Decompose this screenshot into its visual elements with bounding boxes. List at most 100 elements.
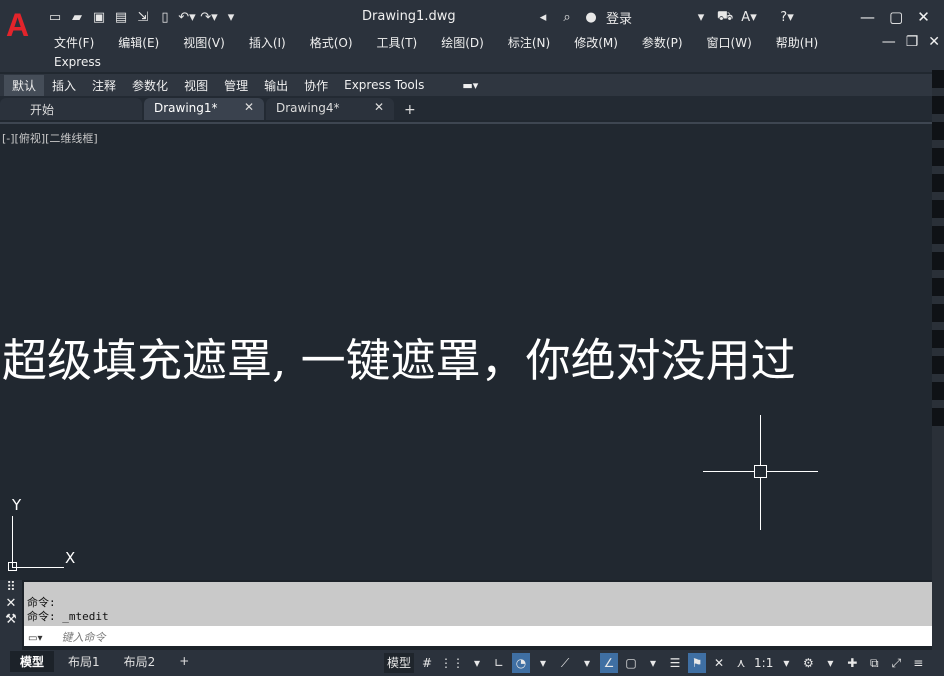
- help-icon[interactable]: ?▾: [778, 10, 796, 25]
- close-tab-icon[interactable]: ✕: [374, 100, 384, 114]
- palette-item[interactable]: [932, 148, 944, 166]
- login-dropdown-icon[interactable]: ▾: [692, 10, 710, 25]
- palette-item[interactable]: [932, 304, 944, 322]
- file-tab-start[interactable]: 开始: [0, 98, 142, 120]
- file-tab-drawing1[interactable]: Drawing1* ✕: [144, 98, 264, 120]
- file-tab-drawing4[interactable]: Drawing4* ✕: [266, 98, 394, 120]
- palette-item[interactable]: [932, 70, 944, 88]
- redo-icon[interactable]: ↷▾: [200, 9, 218, 27]
- plot-icon[interactable]: ▯: [156, 9, 174, 27]
- save-as-icon[interactable]: ▤: [112, 9, 130, 27]
- auto-scale-icon[interactable]: ✕: [710, 653, 728, 673]
- palette-item[interactable]: [932, 278, 944, 296]
- palette-item[interactable]: [932, 226, 944, 244]
- close-tab-icon[interactable]: ✕: [244, 100, 254, 114]
- save-icon[interactable]: ▣: [90, 9, 108, 27]
- menu-help[interactable]: 帮助(H): [776, 34, 818, 51]
- grid-icon[interactable]: #: [418, 653, 436, 673]
- menu-edit[interactable]: 编辑(E): [118, 34, 159, 51]
- a360-icon[interactable]: A▾: [740, 10, 758, 25]
- layout-tab-layout2[interactable]: 布局2: [114, 651, 166, 672]
- object-snap-icon[interactable]: ▢: [622, 653, 640, 673]
- lineweight-icon[interactable]: ☰: [666, 653, 684, 673]
- new-tab-button[interactable]: +: [396, 100, 424, 120]
- grip-icon[interactable]: ⠿: [0, 580, 22, 596]
- menu-insert[interactable]: 插入(I): [249, 34, 286, 51]
- menu-window[interactable]: 窗口(W): [707, 34, 752, 51]
- layout-tab-model[interactable]: 模型: [10, 650, 55, 672]
- menu-tools[interactable]: 工具(T): [377, 34, 418, 51]
- customize-dropdown-icon[interactable]: ▾: [222, 9, 240, 27]
- isolate-objects-icon[interactable]: ⧉: [865, 653, 883, 673]
- ribbon-tab-parametric[interactable]: 参数化: [124, 75, 176, 96]
- model-space-toggle[interactable]: 模型: [384, 653, 415, 673]
- ribbon-minimize-icon[interactable]: ▬▾: [454, 77, 486, 94]
- cart-icon[interactable]: ⛟: [716, 9, 734, 26]
- palette-item[interactable]: [932, 330, 944, 348]
- close-icon[interactable]: ✕: [917, 8, 930, 26]
- menu-modify[interactable]: 修改(M): [574, 34, 618, 51]
- workspace-dropdown-icon[interactable]: ▾: [821, 653, 839, 673]
- customize-menu-icon[interactable]: ≡: [909, 653, 927, 673]
- object-snap-dropdown-icon[interactable]: ▾: [644, 653, 662, 673]
- ribbon-tab-manage[interactable]: 管理: [216, 75, 256, 96]
- application-menu-button[interactable]: A: [6, 8, 36, 42]
- add-icon[interactable]: ✚: [843, 653, 861, 673]
- ribbon-tab-collaborate[interactable]: 协作: [296, 75, 336, 96]
- doc-restore-icon[interactable]: ❐: [906, 34, 919, 50]
- palette-item[interactable]: [932, 96, 944, 114]
- object-snap-tracking-icon[interactable]: ∠: [600, 653, 619, 673]
- export-icon[interactable]: ⇲: [134, 9, 152, 27]
- login-button[interactable]: 登录: [606, 8, 632, 27]
- palette-item[interactable]: [932, 174, 944, 192]
- annotation-scale-value[interactable]: 1:1: [754, 653, 773, 673]
- palette-item[interactable]: [932, 200, 944, 218]
- palette-item[interactable]: [932, 252, 944, 270]
- close-command-line-icon[interactable]: ✕: [0, 596, 22, 612]
- menu-format[interactable]: 格式(O): [310, 34, 353, 51]
- polar-dropdown-icon[interactable]: ▾: [534, 653, 552, 673]
- menu-view[interactable]: 视图(V): [183, 34, 225, 51]
- search-icon[interactable]: ⌕: [558, 10, 576, 25]
- palette-item[interactable]: [932, 408, 944, 426]
- ribbon-tab-express-tools[interactable]: Express Tools: [336, 76, 432, 94]
- ribbon-tab-annotate[interactable]: 注释: [84, 75, 124, 96]
- open-folder-icon[interactable]: ▰: [68, 9, 86, 27]
- ribbon-tab-home[interactable]: 默认: [4, 74, 45, 96]
- snap-dropdown-icon[interactable]: ▾: [468, 653, 486, 673]
- palette-item[interactable]: [932, 122, 944, 140]
- minimize-icon[interactable]: —: [860, 8, 875, 26]
- menu-draw[interactable]: 绘图(D): [441, 34, 484, 51]
- menu-express[interactable]: Express: [54, 55, 101, 69]
- command-input[interactable]: ▭▾ 键入命令: [24, 626, 932, 646]
- drawing-viewport[interactable]: [-][俯视][二维线框] 超级填充遮罩, 一键遮罩，你绝对没用过 Y X: [0, 122, 932, 580]
- annotation-visibility-icon[interactable]: ⚑: [688, 653, 707, 673]
- fullscreen-icon[interactable]: ⤢: [887, 653, 905, 673]
- workspace-gear-icon[interactable]: ⚙: [799, 653, 817, 673]
- maximize-icon[interactable]: ▢: [889, 8, 903, 26]
- menu-file[interactable]: 文件(F): [54, 34, 94, 51]
- ortho-icon[interactable]: ∟: [490, 653, 508, 673]
- isodraft-icon[interactable]: ⟋: [556, 653, 574, 673]
- doc-close-icon[interactable]: ✕: [928, 34, 940, 50]
- viewport-controls-label[interactable]: [-][俯视][二维线框]: [2, 130, 98, 146]
- annotation-scale-icon[interactable]: ⋏: [732, 653, 750, 673]
- layout-tab-layout1[interactable]: 布局1: [58, 651, 110, 672]
- palette-item[interactable]: [932, 356, 944, 374]
- isodraft-dropdown-icon[interactable]: ▾: [578, 653, 596, 673]
- new-file-icon[interactable]: ▭: [46, 9, 64, 27]
- customize-wrench-icon[interactable]: ⚒: [0, 612, 22, 628]
- add-layout-button[interactable]: +: [169, 652, 199, 670]
- doc-minimize-icon[interactable]: —: [882, 34, 896, 50]
- search-toggle-icon[interactable]: ◂: [534, 10, 552, 25]
- menu-parametric[interactable]: 参数(P): [642, 34, 683, 51]
- ribbon-tab-output[interactable]: 输出: [256, 75, 296, 96]
- command-prompt-icon[interactable]: ▭▾: [28, 633, 58, 644]
- ribbon-tab-view[interactable]: 视图: [176, 75, 216, 96]
- polar-tracking-icon[interactable]: ◔: [512, 653, 531, 673]
- snap-icon[interactable]: ⋮⋮: [440, 653, 464, 673]
- undo-icon[interactable]: ↶▾: [178, 9, 196, 27]
- menu-dimension[interactable]: 标注(N): [508, 34, 550, 51]
- scale-dropdown-icon[interactable]: ▾: [777, 653, 795, 673]
- palette-item[interactable]: [932, 382, 944, 400]
